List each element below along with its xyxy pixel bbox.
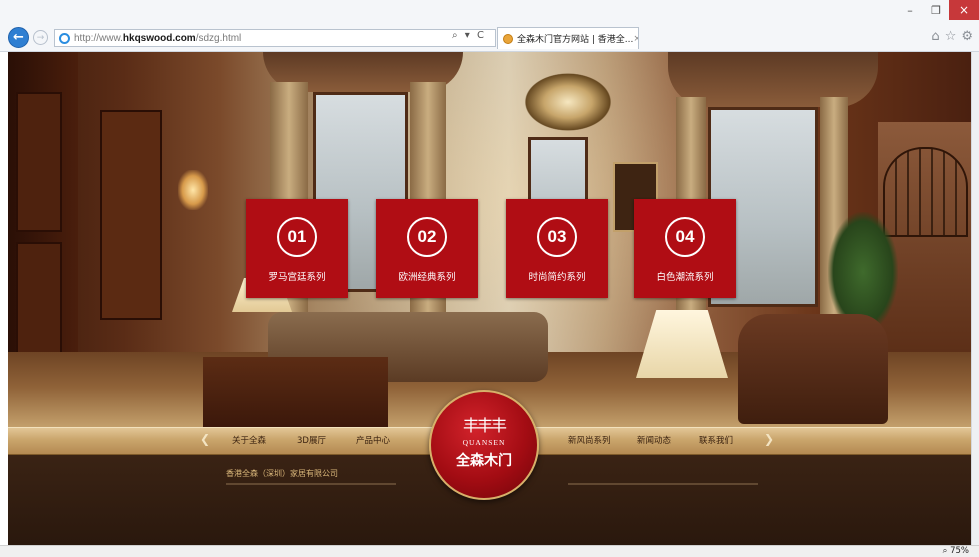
number-badge: 02 [407, 217, 447, 257]
wall-door [100, 110, 162, 320]
nav-item-3d-showroom[interactable]: 3D展厅 [297, 434, 326, 446]
footer-text-line [226, 483, 396, 485]
chandelier [508, 52, 628, 142]
tile-number: 03 [547, 227, 567, 246]
floor-lamp [636, 310, 728, 378]
forward-button[interactable]: → [33, 30, 48, 45]
browser-chrome: – ❐ × ← → http://www. hkqswood.com /sdzg… [0, 0, 979, 52]
nav-item-new-series[interactable]: 新风尚系列 [568, 434, 611, 446]
quansen-logo[interactable]: 丰丰丰 QUANSEN 全森木门 [429, 390, 539, 500]
category-tiles: 01 罗马宫廷系列 02 欧洲经典系列 03 时尚简约系列 04 白色潮流系列 [246, 199, 736, 299]
tile-number: 04 [675, 227, 695, 246]
door-panel [16, 92, 62, 232]
number-badge: 04 [665, 217, 705, 257]
tile-number: 01 [287, 227, 307, 246]
armchair [738, 314, 888, 424]
back-button[interactable]: ← [8, 27, 29, 48]
ie-icon [59, 32, 70, 44]
tile-label: 罗马宫廷系列 [268, 272, 326, 283]
window-controls: – ❐ × [897, 0, 979, 22]
number-badge: 03 [537, 217, 577, 257]
footer-company-name: 香港全森（深圳）家居有限公司 [226, 469, 338, 478]
tab-active[interactable]: 全森木门官方网站 | 香港全... × [497, 27, 639, 49]
maximize-button[interactable]: ❐ [923, 0, 949, 20]
minimize-button[interactable]: – [897, 0, 923, 20]
footer-text-line [568, 483, 758, 485]
tab-title: 全森木门官方网站 | 香港全... [517, 35, 634, 45]
tile-label: 时尚简约系列 [528, 272, 586, 283]
category-tile-01[interactable]: 01 罗马宫廷系列 [246, 199, 348, 298]
logo-mark: 丰丰丰 [462, 416, 507, 435]
wall-sconce [178, 170, 208, 210]
category-tile-02[interactable]: 02 欧洲经典系列 [376, 199, 478, 298]
nav-item-news[interactable]: 新闻动态 [637, 434, 671, 446]
address-bar-tools[interactable]: ⌕ ▾ C [452, 30, 486, 41]
zoom-level[interactable]: ⌕ 75% [943, 546, 969, 556]
settings-gear-icon[interactable]: ⚙ [961, 29, 973, 44]
site-favicon-icon [503, 33, 513, 44]
logo-chinese: 全森木门 [456, 453, 512, 469]
status-bar: ⌕ 75% [0, 545, 979, 557]
page-viewport: 01 罗马宫廷系列 02 欧洲经典系列 03 时尚简约系列 04 白色潮流系列 … [8, 52, 971, 545]
favorites-star-icon[interactable]: ☆ [945, 29, 957, 44]
tile-number: 02 [417, 227, 437, 246]
url-path: /sdzg.html [195, 32, 242, 44]
url-prefix: http://www. [74, 32, 123, 44]
category-tile-03[interactable]: 03 时尚简约系列 [506, 199, 608, 298]
home-icon[interactable]: ⌂ [931, 29, 939, 44]
arrow-right-icon: → [36, 32, 45, 43]
url-domain: hkqswood.com [122, 32, 196, 44]
nav-item-products[interactable]: 产品中心 [356, 434, 390, 446]
nav-next-arrow-icon[interactable]: ❯ [764, 432, 774, 446]
tile-label: 白色潮流系列 [656, 272, 714, 283]
nav-prev-arrow-icon[interactable]: ❮ [200, 432, 210, 446]
category-tile-04[interactable]: 04 白色潮流系列 [634, 199, 736, 298]
number-badge: 01 [277, 217, 317, 257]
side-table [203, 357, 388, 430]
tab-close-button[interactable]: × [633, 34, 638, 44]
close-window-button[interactable]: × [949, 0, 979, 20]
arrow-left-icon: ← [13, 30, 24, 45]
address-bar[interactable]: http://www. hkqswood.com /sdzg.html [54, 29, 496, 47]
logo-english: QUANSEN [462, 438, 506, 447]
nav-item-about[interactable]: 关于全森 [232, 434, 266, 446]
browser-tools: ⌂ ☆ ⚙ [931, 29, 973, 44]
vertical-scrollbar[interactable] [971, 52, 979, 545]
nav-item-contact[interactable]: 联系我们 [699, 434, 733, 446]
tile-label: 欧洲经典系列 [398, 272, 456, 283]
